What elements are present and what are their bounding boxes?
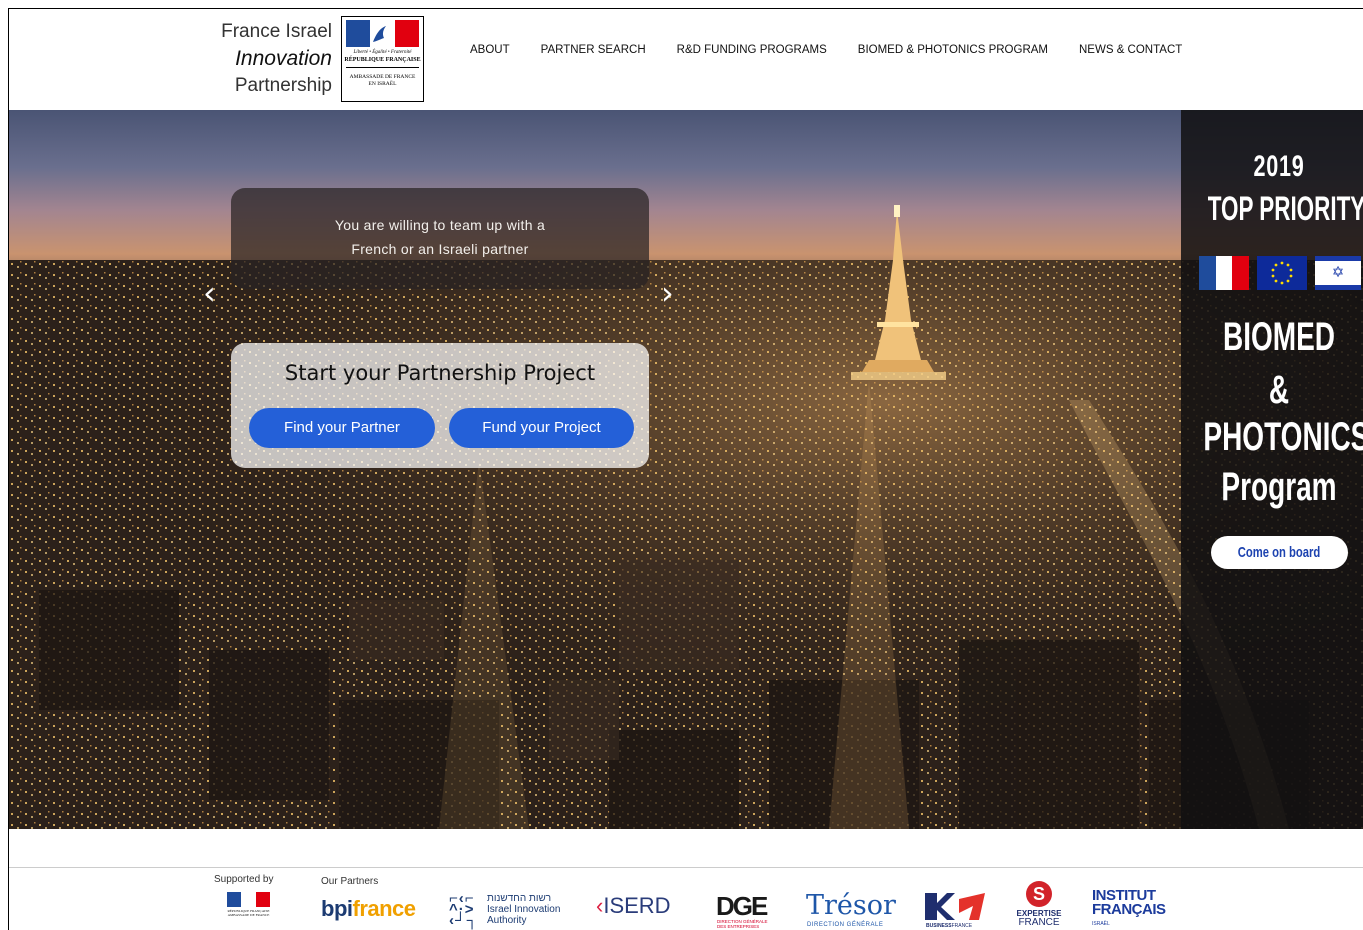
seal-embassy-line-1: AMBASSADE DE FRANCE <box>349 74 416 80</box>
expertise-france-logo[interactable]: S EXPERTISE FRANCE <box>1011 881 1067 928</box>
institut-francais-logo[interactable]: INSTITUT FRANÇAIS ISRAËL <box>1092 888 1166 929</box>
come-on-board-label: Come on board <box>1238 544 1321 561</box>
marianne-small-icon <box>227 892 270 907</box>
iia-hebrew: רשות החדשנות <box>487 893 552 904</box>
find-partner-button[interactable]: Find your Partner <box>249 408 435 448</box>
nav-news-contact[interactable]: NEWS & CONTACT <box>1079 44 1182 56</box>
francais-text: FRANÇAIS <box>1092 901 1166 918</box>
logo-line-2: Innovation <box>235 47 332 70</box>
fund-project-button[interactable]: Fund your Project <box>449 408 634 448</box>
our-partners-label: Our Partners <box>321 876 379 887</box>
hero-background <box>9 110 1363 829</box>
business-france-mark-icon <box>925 893 985 920</box>
nav-rd-funding-programs[interactable]: R&D FUNDING PROGRAMS <box>677 44 827 56</box>
page-frame-top <box>8 8 1363 9</box>
embassy-support-logo[interactable]: RÉPUBLIQUE FRANÇAISE AMBASSADE DE FRANCE <box>225 890 272 930</box>
hero-message-line-2: French or an Israeli partner <box>351 241 529 257</box>
flags-row: ✡ <box>1199 256 1363 290</box>
chevron-left-icon[interactable]: ‹ <box>203 276 225 310</box>
eu-flag-icon <box>1256 256 1307 290</box>
tresor-text: Trésor <box>806 890 896 921</box>
seal-republic: RÉPUBLIQUE FRANÇAISE <box>344 57 421 63</box>
israel-flag-icon: ✡ <box>1314 256 1361 290</box>
top-priority-panel: 2019 TOP PRIORITY ✡ BIOMED & PHOTONICS P… <box>1181 110 1363 829</box>
france-flag-icon <box>1199 256 1249 290</box>
seal-embassy-line-2: EN ISRAËL <box>368 81 397 87</box>
hero-message-box: You are willing to team up with a French… <box>231 188 649 289</box>
nav-biomed-photonics-program[interactable]: BIOMED & PHOTONICS PROGRAM <box>858 44 1048 56</box>
dge-text: DGE <box>716 891 768 921</box>
support-embassy-text: AMBASSADE DE FRANCE <box>227 913 270 917</box>
iserd-logo[interactable]: ‹ISERD <box>596 893 671 930</box>
panel-program: Program <box>1221 465 1337 509</box>
france-text: france <box>352 896 417 921</box>
panel-year: 2019 <box>1253 150 1305 183</box>
nav-partner-search[interactable]: PARTNER SEARCH <box>541 44 646 56</box>
support-logo-text: RÉPUBLIQUE FRANÇAISE AMBASSADE DE FRANCE <box>225 909 272 917</box>
dge-sub-2: DES ENTREPRISES <box>717 924 760 929</box>
logo-line-1: France Israel <box>221 21 332 42</box>
expertise-france-mark-icon: S <box>1026 881 1052 907</box>
seal-embassy: AMBASSADE DE FRANCE EN ISRAËL <box>346 67 419 88</box>
panel-biomed: BIOMED <box>1223 315 1335 359</box>
cta-title: Start your Partnership Project <box>284 361 596 385</box>
panel-ampersand: & <box>1268 368 1290 412</box>
site-logo-text[interactable]: France Israel Innovation Partnership <box>190 18 332 99</box>
panel-heading: TOP PRIORITY <box>1207 190 1363 228</box>
iia-line-3: Authority <box>487 915 527 926</box>
partnership-cta-box: Start your Partnership Project Find your… <box>231 343 649 468</box>
supported-by-label: Supported by <box>214 874 274 885</box>
dge-logo[interactable]: DGE DIRECTION GÉNÉRALE DES ENTREPRISES <box>716 891 768 930</box>
seal-motto: Liberté • Égalité • Fraternité <box>353 50 412 55</box>
bfr-business: BUSINESS <box>926 923 952 929</box>
business-france-text: BUSINESSFRANCE <box>926 923 972 929</box>
nav-about[interactable]: ABOUT <box>470 44 510 56</box>
logo-line-3: Partnership <box>234 75 332 96</box>
iia-symbol-icon: ⌐‹⌐ ^·> ‹┘┐ <box>449 890 479 929</box>
embassy-seal[interactable]: Liberté • Égalité • Fraternité RÉPUBLIQU… <box>341 16 424 102</box>
dge-subtitle: DIRECTION GÉNÉRALE DES ENTREPRISES <box>717 919 768 929</box>
expertise-france-text: FRANCE <box>1018 917 1060 928</box>
tresor-subtitle: DIRECTION GÉNÉRALE <box>807 922 884 928</box>
panel-photonics: PHOTONICS <box>1203 415 1363 459</box>
eiffel-tower-icon <box>851 205 946 380</box>
footer-divider <box>9 867 1363 868</box>
bpifrance-logo[interactable]: bpifrance <box>321 896 416 930</box>
bfr-france: FRANCE <box>951 923 973 929</box>
chevron-right-icon[interactable]: › <box>661 276 683 310</box>
israel-text: ISRAËL <box>1092 921 1110 927</box>
iia-line-2: Israel Innovation <box>487 904 561 915</box>
marianne-flag-icon <box>346 20 419 47</box>
israel-innovation-authority-logo[interactable]: ⌐‹⌐ ^·> ‹┘┐ רשות החדשנות Israel Innovation… <box>449 890 561 930</box>
main-nav: ABOUT PARTNER SEARCH R&D FUNDING PROGRAM… <box>470 44 1213 56</box>
tresor-logo[interactable]: Trésor DIRECTION GÉNÉRALE <box>806 890 896 930</box>
hero-message-line-1: You are willing to team up with a <box>334 217 546 233</box>
bpi-text: bpi <box>321 896 353 921</box>
come-on-board-button[interactable]: Come on board <box>1211 536 1348 569</box>
iserd-text: ISERD <box>603 893 671 918</box>
